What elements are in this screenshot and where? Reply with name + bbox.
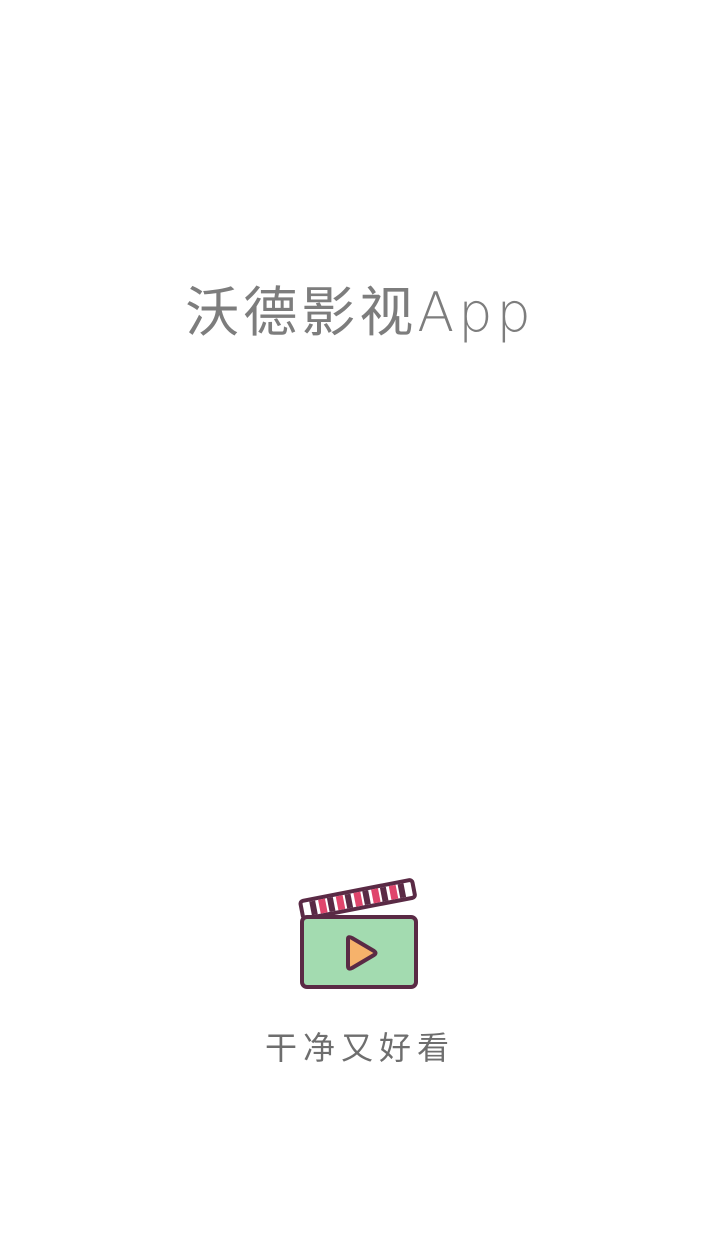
slogan: 干净又好看 [264, 1029, 455, 1067]
app-title: 沃德影视App [185, 281, 535, 344]
clapperboard-play-icon [296, 866, 424, 994]
